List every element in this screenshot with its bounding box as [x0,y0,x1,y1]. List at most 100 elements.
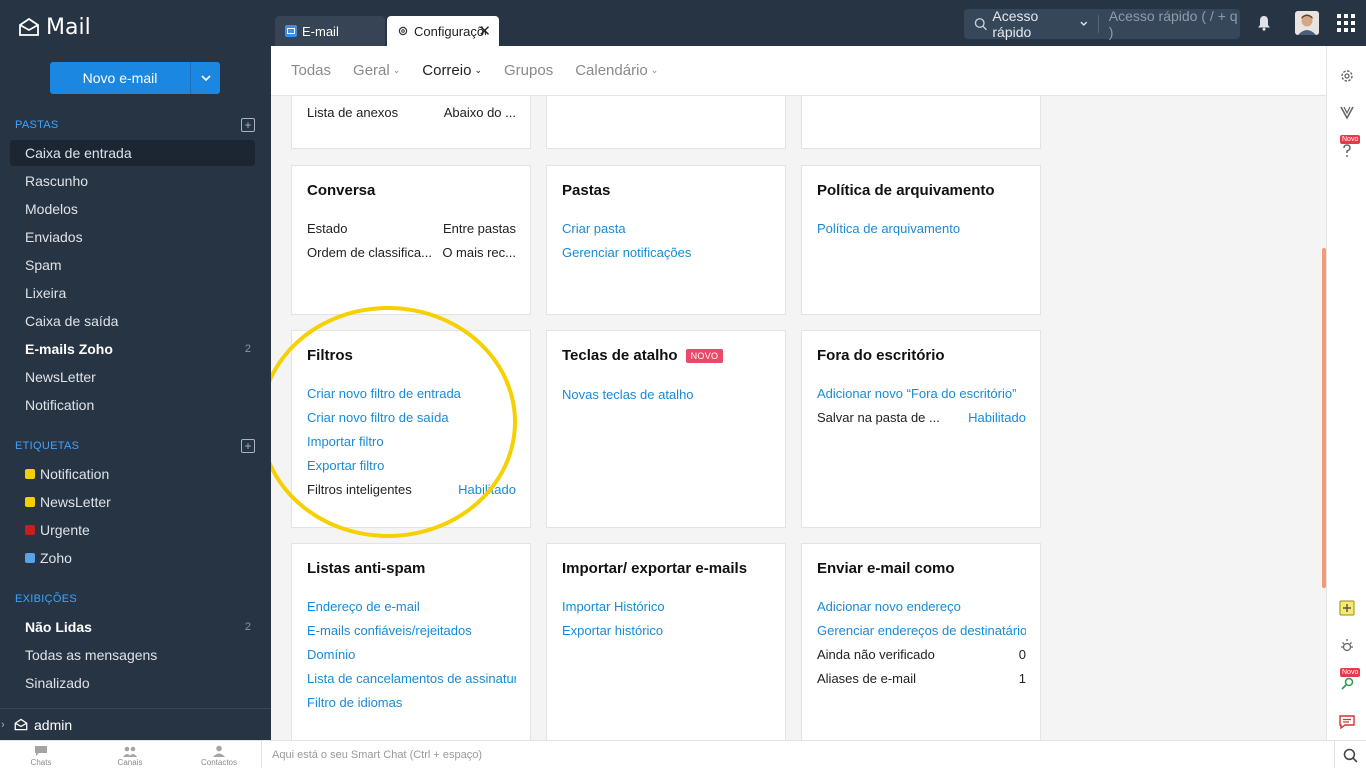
unread-count: 2 [244,343,251,355]
avatar-image [1295,11,1319,35]
close-tab-icon[interactable]: ✕ [478,22,491,40]
tag-urgente[interactable]: Urgente [10,517,255,543]
setting-row[interactable]: Aliases de e-mail 1 [817,668,1026,688]
settings-gear-icon[interactable] [1339,68,1355,84]
card-conversa: Conversa Estado Entre pastas Ordem de cla… [291,165,531,315]
link-manage-recipients[interactable]: Gerenciar endereços de destinatário [817,620,1026,640]
folder-newsletter[interactable]: NewsLetter [10,364,255,390]
folder-drafts[interactable]: Rascunho [10,168,255,194]
bottom-search-button[interactable] [1334,741,1366,768]
settings-nav-calendario[interactable]: Calendário ⌄ [575,62,658,79]
highlight-circle-annotation [271,306,517,538]
link-create-folder[interactable]: Criar pasta [562,218,771,238]
account-switcher[interactable]: › admin [0,708,271,740]
settings-category-nav: Todas Geral ⌄ Correio ⌄ Grupos Calendário ⌄ [271,46,1326,96]
setting-row[interactable]: Estado Entre pastas [307,218,516,238]
add-tag-icon[interactable]: + [241,439,255,453]
view-unread[interactable]: Não Lidas 2 [10,614,255,640]
view-flagged[interactable]: Sinalizado [10,670,255,696]
view-all-messages[interactable]: Todas as mensagens [10,642,255,668]
link-label: Importar Histórico [562,598,665,614]
folder-inbox[interactable]: Caixa de entrada [10,140,255,166]
setting-row[interactable]: Salvar na pasta de ... Habilitado [817,407,1026,427]
search-icon [1343,748,1358,763]
tag-color-dot [25,469,35,479]
link-label: Política de arquivamento [817,220,961,236]
quick-access-dropdown[interactable]: Acesso rápido [992,8,1077,40]
nav-label: Todas [291,62,332,79]
link-export-history[interactable]: Exportar histórico [562,620,771,640]
setting-row[interactable]: Lista de anexos Abaixo do ... [307,102,516,122]
folder-label: Caixa de entrada [25,145,132,161]
compose-dropdown-button[interactable] [190,62,220,94]
chevron-right-icon: › [1,718,5,731]
bottom-channels[interactable]: Canais [100,745,160,767]
link-label: Criar pasta [562,220,626,236]
brightness-icon[interactable] [1339,638,1355,654]
tag-label: Zoho [40,550,72,566]
smart-chat-input[interactable]: Aqui está o seu Smart Chat (Ctrl + espaç… [261,741,1331,768]
integration-plug-icon[interactable] [1339,676,1355,692]
card-partial [546,96,786,149]
card-title: Enviar e-mail como [817,560,955,577]
feedback-chat-icon[interactable] [1339,714,1355,730]
settings-nav-grupos[interactable]: Grupos [504,62,553,79]
folder-label: Modelos [25,201,78,217]
bottom-chats[interactable]: Chats [11,745,71,767]
folder-spam[interactable]: Spam [10,252,255,278]
tab-settings[interactable]: Configurações ✕ [387,16,499,46]
setting-value: 0 [1018,646,1026,662]
new-email-button[interactable]: Novo e-mail [50,62,190,94]
bell-icon[interactable] [1257,15,1271,31]
chevron-down-icon: ⌄ [474,65,482,75]
link-domain[interactable]: Domínio [307,644,516,664]
add-folder-icon[interactable]: + [241,118,255,132]
nav-label: Geral [353,62,390,79]
bottom-bar: Chats Canais Contactos Aqui está o seu S… [0,740,1366,768]
settings-nav-geral[interactable]: Geral ⌄ [353,62,400,79]
apps-grid-icon[interactable] [1337,14,1355,32]
link-label: Filtro de idiomas [307,694,403,710]
tag-color-dot [25,497,35,507]
setting-row[interactable]: Ordem de classifica... O mais rec... [307,242,516,262]
link-add-out-of-office[interactable]: Adicionar novo “Fora do escritório” [817,383,1026,403]
link-manage-notifications[interactable]: Gerenciar notificações [562,242,771,262]
card-title: Listas anti-spam [307,560,426,577]
link-add-address[interactable]: Adicionar novo endereço [817,596,1026,616]
card-partial [801,96,1041,149]
folder-emails-zoho[interactable]: E-mails Zoho 2 [10,336,255,362]
help-question-icon[interactable] [1339,143,1355,159]
vault-check-icon[interactable] [1339,104,1355,120]
tag-newsletter[interactable]: NewsLetter [10,489,255,515]
link-label: Exportar histórico [562,622,664,638]
settings-nav-correio[interactable]: Correio ⌄ [422,62,482,79]
chat-bubble-icon [35,746,47,756]
link-new-shortcuts[interactable]: Novas teclas de atalho [562,384,771,404]
folder-notification[interactable]: Notification [10,392,255,418]
setting-value[interactable]: Habilitado [968,410,1026,425]
folder-templates[interactable]: Modelos [10,196,255,222]
setting-label: Ainda não verificado [817,646,935,662]
card-fora-escritorio: Fora do escritório Adicionar novo “Fora … [801,330,1041,528]
sticky-note-add-icon[interactable] [1339,600,1355,616]
link-archive-policy[interactable]: Política de arquivamento [817,218,1026,238]
avatar[interactable] [1295,11,1319,35]
settings-nav-todas[interactable]: Todas [291,62,331,79]
folder-sent[interactable]: Enviados [10,224,255,250]
setting-value: Entre pastas [443,220,516,236]
link-import-history[interactable]: Importar Histórico [562,596,771,616]
link-trusted-rejected[interactable]: E-mails confiáveis/rejeitados [307,620,516,640]
tab-email[interactable]: E-mail [275,16,385,46]
folder-trash[interactable]: Lixeira [10,280,255,306]
app-logo[interactable]: Mail [18,13,91,41]
tag-notification[interactable]: Notification [10,461,255,487]
bottom-contacts[interactable]: Contactos [189,745,249,767]
tag-zoho[interactable]: Zoho [10,545,255,571]
quick-access-input[interactable]: Acesso rápido ( / + q ) [1109,8,1240,40]
link-email-address[interactable]: Endereço de e-mail [307,596,516,616]
link-unsubscribe-list[interactable]: Lista de cancelamentos de assinatura [307,668,516,688]
setting-row[interactable]: Ainda não verificado 0 [817,644,1026,664]
folder-label: NewsLetter [25,369,96,385]
folder-outbox[interactable]: Caixa de saída [10,308,255,334]
link-language-filter[interactable]: Filtro de idiomas [307,692,516,712]
